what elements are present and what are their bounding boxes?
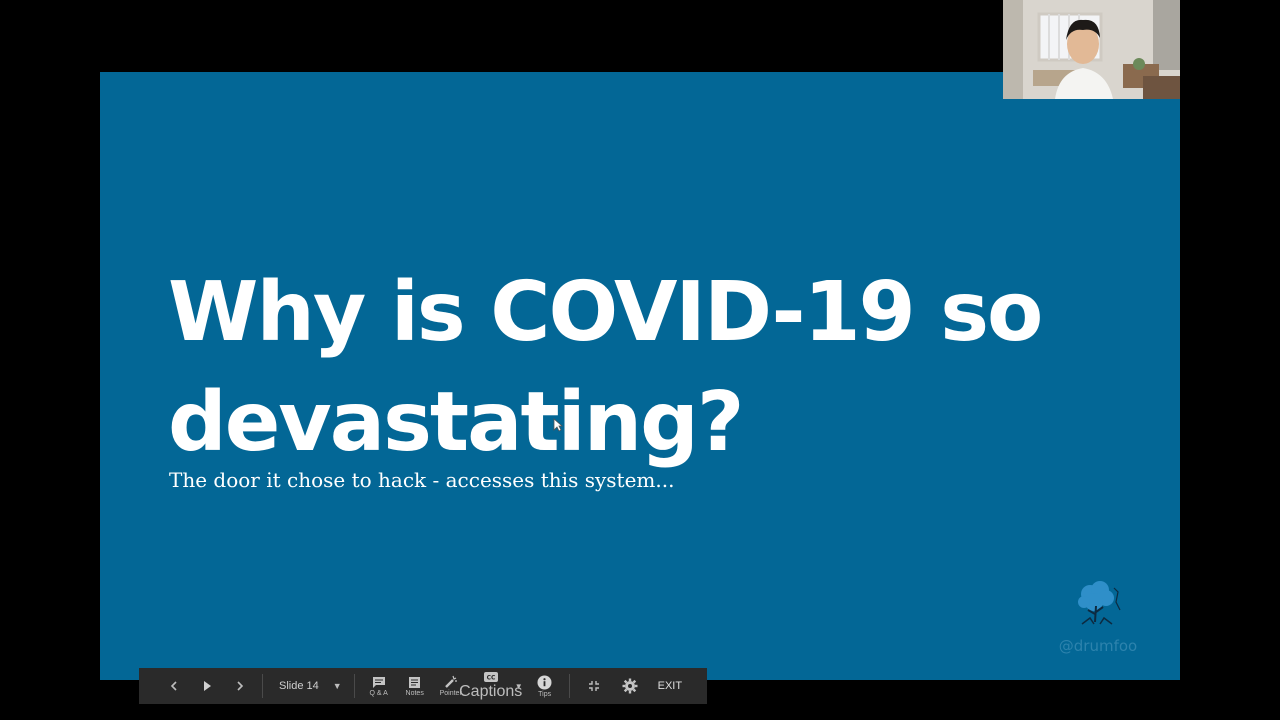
chevron-left-icon [169, 680, 179, 692]
presenter-video-tile [1003, 0, 1180, 99]
notes-button[interactable]: Notes [397, 668, 433, 704]
gear-icon [622, 678, 638, 694]
tips-label: Tips [538, 690, 552, 698]
slide-subtitle: The door it chose to hack - accesses thi… [169, 468, 675, 492]
presenter-toolbar: Slide 14 ▼ Q & A Notes Pointer CC Captio… [139, 668, 707, 704]
captions-label: Captions [459, 683, 523, 700]
notes-icon [408, 676, 421, 689]
tips-button[interactable]: Tips [527, 668, 563, 704]
previous-slide-button[interactable] [157, 668, 190, 704]
svg-text:CC: CC [486, 675, 495, 682]
slide-title-line2: devastating? [168, 375, 744, 470]
tree-logo-icon [1068, 580, 1128, 630]
info-icon [537, 675, 552, 690]
toolbar-divider [353, 674, 355, 698]
presentation-stage: Why is COVID-19 so devastating? The door… [0, 0, 1280, 720]
exit-fullscreen-button[interactable] [576, 668, 612, 704]
slide-title: Why is COVID-19 so devastating? [168, 258, 1068, 478]
slide-number-label: Slide 14 [279, 680, 319, 692]
captions-button[interactable]: CC Captions [459, 668, 522, 704]
slide-title-line1: Why is COVID-19 so [168, 265, 1043, 360]
qa-label: Q & A [369, 689, 388, 697]
play-button[interactable] [190, 668, 223, 704]
play-icon [202, 680, 212, 692]
qa-button[interactable]: Q & A [361, 668, 397, 704]
exit-button[interactable]: EXIT [648, 680, 696, 692]
settings-button[interactable] [612, 668, 648, 704]
mouse-cursor-icon [553, 418, 563, 432]
brand-handle: @drumfoo [1058, 637, 1138, 655]
collapse-icon [588, 680, 600, 692]
captions-options-caret-icon[interactable]: ▼ [515, 682, 523, 691]
notes-label: Notes [405, 689, 424, 697]
slide-selector-dropdown[interactable]: Slide 14 ▼ [269, 668, 348, 704]
chat-icon [372, 676, 386, 689]
caret-down-icon: ▼ [332, 681, 342, 691]
laser-pointer-icon [444, 675, 458, 689]
next-slide-button[interactable] [223, 668, 256, 704]
toolbar-divider [262, 674, 263, 698]
chevron-right-icon [235, 680, 245, 692]
toolbar-divider [568, 674, 570, 698]
slide-canvas: Why is COVID-19 so devastating? The door… [100, 72, 1180, 680]
cc-icon: CC [483, 671, 499, 683]
